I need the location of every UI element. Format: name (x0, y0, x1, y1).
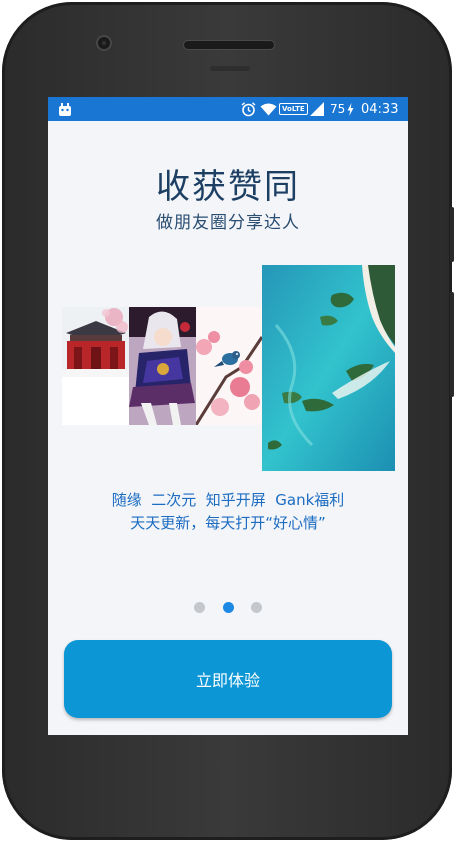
try-now-button[interactable]: 立即体验 (64, 640, 392, 718)
collage-image-lagoon (262, 265, 395, 471)
page-dot-2-active[interactable] (223, 602, 234, 613)
earpiece-speaker (183, 40, 275, 50)
collage-image-temple (62, 307, 129, 425)
page-subtitle: 做朋友圈分享达人 (156, 213, 300, 233)
volume-button (450, 292, 454, 397)
image-collage (62, 265, 395, 471)
page-indicator (48, 602, 408, 616)
proximity-sensor (210, 66, 250, 71)
status-bar: VoLTE 75 04:33 (48, 97, 408, 121)
page-title: 收获赞同 (156, 167, 300, 207)
feature-caption-line2: 天天更新，每天打开“好心情” (130, 514, 326, 532)
alarm-icon (241, 97, 256, 121)
clock: 04:33 (361, 101, 399, 117)
battery-percent: 75 (330, 102, 346, 116)
phone-frame: VoLTE 75 04:33 收获赞同 做朋友圈分享达人 随缘 二次元 知乎开屏… (2, 2, 454, 840)
try-now-label: 立即体验 (195, 671, 260, 690)
screen: VoLTE 75 04:33 收获赞同 做朋友圈分享达人 随缘 二次元 知乎开屏… (48, 97, 408, 735)
battery-charging-icon (347, 97, 354, 121)
volte-label: VoLTE (279, 103, 308, 115)
front-camera (96, 35, 112, 51)
collage-image-anime (129, 307, 196, 425)
page-dot-1[interactable] (194, 602, 205, 613)
collage-image-blossom (196, 307, 262, 425)
page-dot-3[interactable] (251, 602, 262, 613)
feature-caption-line1: 随缘 二次元 知乎开屏 Gank福利 (111, 491, 345, 509)
volte-icon: VoLTE (279, 97, 308, 121)
android-notification-icon (58, 97, 72, 121)
power-button (450, 207, 454, 262)
signal-icon (310, 97, 324, 121)
wifi-icon (260, 97, 277, 121)
